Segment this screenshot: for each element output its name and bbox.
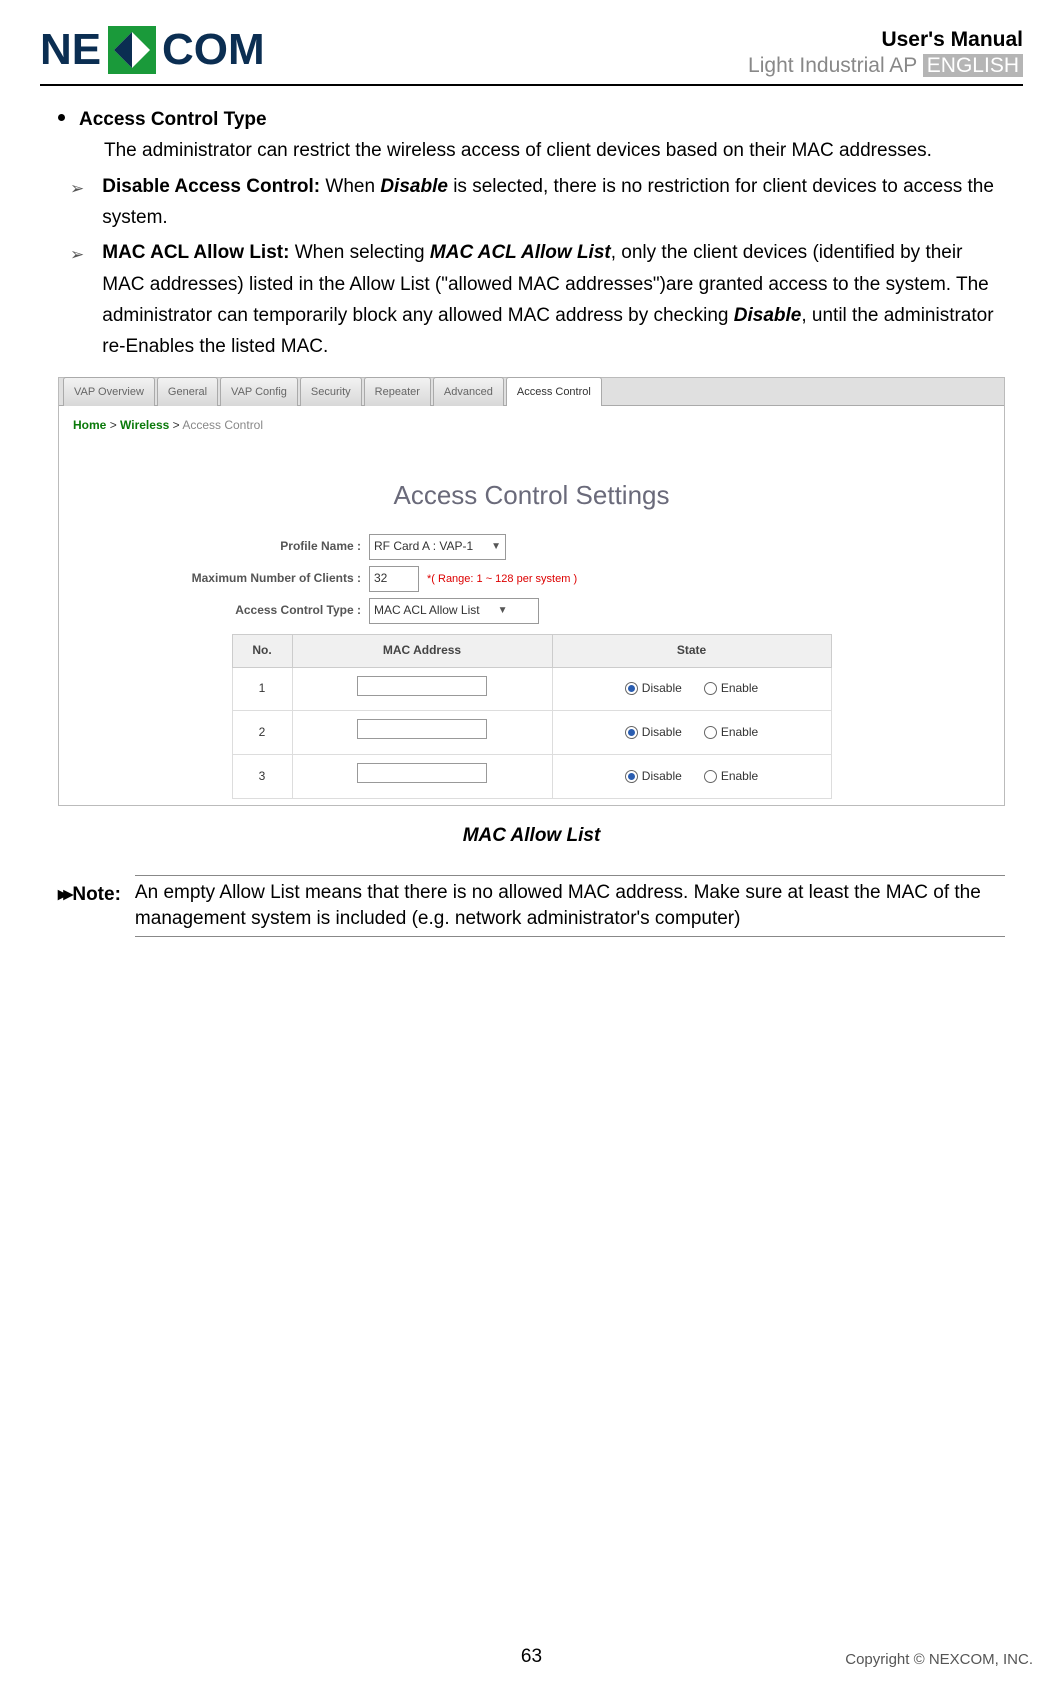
breadcrumb: Home > Wireless > Access Control bbox=[59, 406, 1004, 446]
mac-allow-table: No. MAC Address State 1 Disable bbox=[232, 634, 832, 799]
note-text: An empty Allow List means that there is … bbox=[135, 875, 1005, 936]
tab-vap-overview[interactable]: VAP Overview bbox=[63, 377, 155, 406]
logo-left-text: NE bbox=[40, 25, 101, 74]
state-enable-radio[interactable]: Enable bbox=[704, 679, 758, 699]
chevron-icon: ➢ bbox=[70, 175, 84, 234]
logo-right-text: COM bbox=[162, 25, 265, 74]
settings-title: Access Control Settings bbox=[59, 474, 1004, 517]
note-label: Note: bbox=[58, 875, 121, 910]
state-enable-radio[interactable]: Enable bbox=[704, 723, 758, 743]
users-manual-label: User's Manual bbox=[748, 28, 1023, 52]
mac-acl-allow-list-item: MAC ACL Allow List: When selecting MAC A… bbox=[102, 237, 1005, 362]
range-note: *( Range: 1 ~ 128 per system ) bbox=[427, 570, 577, 588]
breadcrumb-wireless[interactable]: Wireless bbox=[120, 418, 169, 432]
chevron-down-icon: ▼ bbox=[498, 603, 508, 620]
state-disable-radio[interactable]: Disable bbox=[625, 767, 682, 787]
language-badge: ENGLISH bbox=[923, 54, 1023, 77]
bullet-icon bbox=[58, 114, 65, 121]
tab-vap-config[interactable]: VAP Config bbox=[220, 377, 298, 406]
max-clients-input[interactable]: 32 bbox=[369, 566, 419, 592]
state-disable-radio[interactable]: Disable bbox=[625, 679, 682, 699]
col-no: No. bbox=[232, 634, 292, 667]
section-intro: The administrator can restrict the wirel… bbox=[104, 135, 1005, 166]
table-row: 1 Disable Enable bbox=[232, 667, 831, 711]
tab-repeater[interactable]: Repeater bbox=[364, 377, 431, 406]
access-control-settings-ui: VAP Overview General VAP Config Security… bbox=[58, 377, 1005, 806]
max-clients-label: Maximum Number of Clients : bbox=[59, 569, 369, 589]
table-row: 2 Disable Enable bbox=[232, 711, 831, 755]
tab-general[interactable]: General bbox=[157, 377, 218, 406]
tab-access-control[interactable]: Access Control bbox=[506, 377, 602, 406]
header-rule bbox=[40, 84, 1023, 86]
section-title: Access Control Type bbox=[79, 104, 267, 135]
disable-access-control-item: Disable Access Control: When Disable is … bbox=[102, 171, 1005, 234]
tab-advanced[interactable]: Advanced bbox=[433, 377, 504, 406]
state-enable-radio[interactable]: Enable bbox=[704, 767, 758, 787]
page-header: NE COM User's Manual Light Industrial AP… bbox=[40, 20, 1023, 80]
nexcom-logo: NE COM bbox=[40, 20, 300, 80]
figure-caption: MAC Allow List bbox=[58, 820, 1005, 851]
table-row: 3 Disable Enable bbox=[232, 755, 831, 799]
col-mac: MAC Address bbox=[292, 634, 552, 667]
breadcrumb-current: Access Control bbox=[182, 418, 263, 432]
copyright: Copyright © NEXCOM, INC. bbox=[845, 1651, 1033, 1668]
tab-bar: VAP Overview General VAP Config Security… bbox=[59, 378, 1004, 406]
tab-security[interactable]: Security bbox=[300, 377, 362, 406]
mac-address-input[interactable] bbox=[357, 763, 487, 783]
access-control-type-select[interactable]: MAC ACL Allow List ▼ bbox=[369, 598, 539, 624]
profile-name-label: Profile Name : bbox=[59, 537, 369, 557]
col-state: State bbox=[552, 634, 831, 667]
mac-address-input[interactable] bbox=[357, 676, 487, 696]
profile-name-select[interactable]: RF Card A : VAP-1 ▼ bbox=[369, 534, 506, 560]
chevron-down-icon: ▼ bbox=[491, 539, 501, 556]
chevron-icon: ➢ bbox=[70, 241, 84, 362]
state-disable-radio[interactable]: Disable bbox=[625, 723, 682, 743]
sub-header: Light Industrial AP ENGLISH bbox=[748, 54, 1023, 78]
breadcrumb-home[interactable]: Home bbox=[73, 418, 106, 432]
access-control-type-label: Access Control Type : bbox=[59, 601, 369, 621]
mac-address-input[interactable] bbox=[357, 719, 487, 739]
